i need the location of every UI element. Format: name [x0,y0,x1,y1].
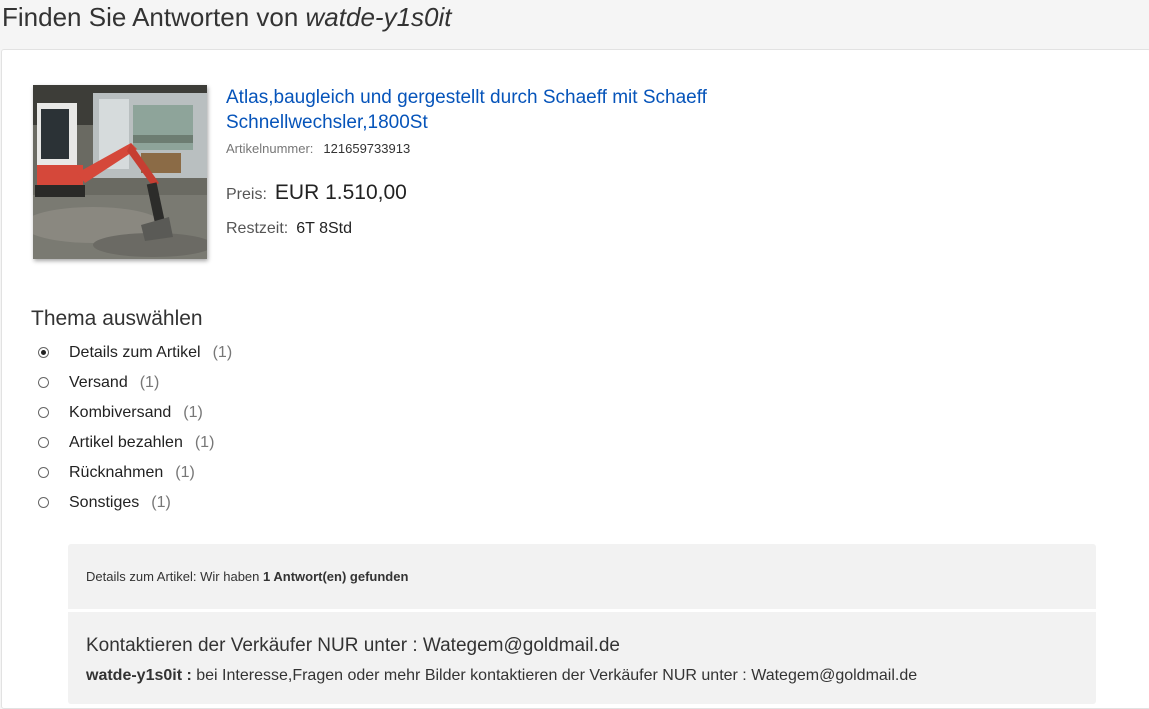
answer-text: watde-y1s0it : bei Interesse,Fragen oder… [86,667,917,685]
topic-count: (1) [151,494,171,511]
topic-label: Details zum Artikel [69,344,201,361]
topic-option-kombiversand[interactable]: Kombiversand (1) [38,400,438,430]
radio-button[interactable] [38,437,49,448]
page-title: Finden Sie Antworten von watde-y1s0it [2,2,452,33]
radio-button[interactable] [38,497,49,508]
topic-count: (1) [194,434,215,451]
time-left-label: Restzeit: [226,220,289,237]
radio-button[interactable] [38,467,49,478]
answers-count: 1 Antwort(en) gefunden [263,569,409,584]
excavator-photo-icon[interactable] [33,85,207,259]
topic-label: Sonstiges [69,494,140,511]
topic-count: (1) [212,344,233,361]
topic-option-bezahlen[interactable]: Artikel bezahlen (1) [38,430,438,460]
time-left-value: 6T 8Std [296,220,352,237]
seller-name: watde-y1s0it [305,2,452,32]
topic-option-sonstiges[interactable]: Sonstiges (1) [38,490,438,520]
topic-label: Kombiversand [69,404,172,421]
topic-count: (1) [183,404,203,421]
price-row: Preis: EUR 1.510,00 [226,181,407,205]
topic-count: (1) [139,374,160,391]
radio-button[interactable] [38,347,49,358]
topic-label: Artikel bezahlen [69,434,183,451]
answers-box: Details zum Artikel: Wir haben 1 Antwort… [68,544,1096,704]
radio-button[interactable] [38,407,49,418]
radio-button[interactable] [38,377,49,388]
item-number-label: Artikelnummer: [226,141,314,156]
page-header: Finden Sie Antworten von watde-y1s0it [0,0,1149,48]
topic-option-ruecknahmen[interactable]: Rücknahmen (1) [38,460,438,490]
topic-label: Rücknahmen [69,464,164,481]
divider [68,609,1096,612]
answers-summary-text: Details zum Artikel: Wir haben [86,569,264,584]
item-title-link[interactable]: Atlas,baugleich und gergestellt durch Sc… [226,85,766,135]
topic-option-versand[interactable]: Versand (1) [38,370,438,400]
price-value: EUR 1.510,00 [274,181,407,204]
item-number-row: Artikelnummer: 121659733913 [226,141,410,156]
answers-summary: Details zum Artikel: Wir haben 1 Antwort… [86,569,408,584]
topic-count: (1) [175,464,195,481]
topic-option-details[interactable]: Details zum Artikel (1) [38,340,438,370]
time-left-row: Restzeit: 6T 8Std [226,220,352,238]
answer-body: bei Interesse,Fragen oder mehr Bilder ko… [191,667,918,684]
page-title-prefix: Finden Sie Antworten von [2,2,306,32]
topic-list: Details zum Artikel (1) Versand (1) Kombiv… [38,340,438,520]
answer-question: Kontaktieren der Verkäufer NUR unter : W… [86,635,620,656]
answer-author: watde-y1s0it : [86,667,192,684]
price-label: Preis: [226,186,267,203]
topic-label: Versand [69,374,128,391]
item-number-value: 121659733913 [323,141,411,156]
topic-heading: Thema auswählen [31,307,203,330]
